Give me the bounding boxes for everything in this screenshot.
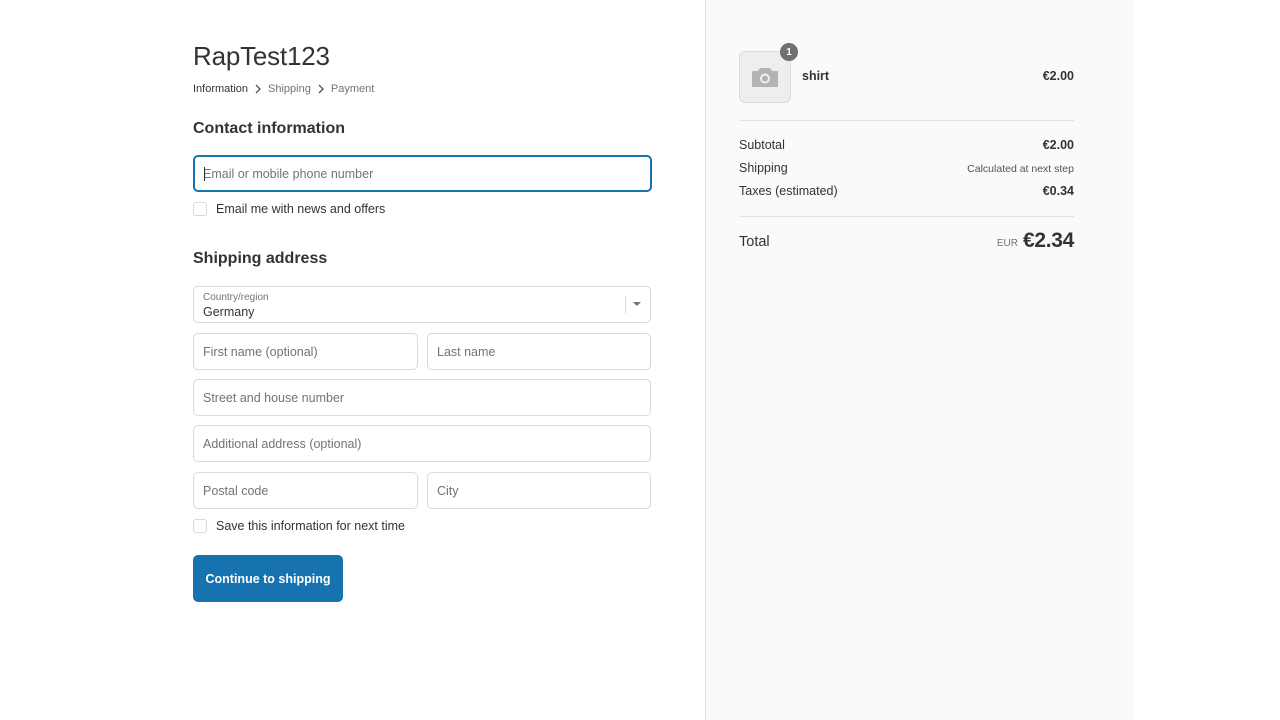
shop-name[interactable]: RapTest123 — [193, 41, 330, 72]
save-info-checkbox[interactable] — [193, 519, 207, 533]
total-currency: EUR — [996, 238, 1018, 249]
postal-code-field[interactable] — [194, 473, 417, 508]
chevron-right-icon — [248, 84, 268, 94]
select-divider — [625, 296, 626, 313]
shipping-value: Calculated at next step — [967, 163, 1074, 175]
last-name-field[interactable] — [428, 334, 650, 369]
total-label: Total — [739, 234, 770, 250]
last-name-wrapper — [427, 333, 651, 370]
taxes-value: €0.34 — [1042, 184, 1074, 198]
text-caret — [204, 167, 205, 181]
product-name: shirt — [802, 69, 830, 83]
email-field-wrapper — [193, 155, 652, 192]
camera-icon — [752, 68, 778, 87]
street-field[interactable] — [194, 380, 650, 415]
product-price: €2.00 — [1042, 69, 1074, 83]
newsletter-label: Email me with news and offers — [216, 202, 386, 216]
taxes-label: Taxes (estimated) — [739, 184, 838, 198]
chevron-right-icon — [311, 84, 331, 94]
continue-to-shipping-button[interactable]: Continue to shipping — [193, 555, 343, 602]
additional-address-wrapper — [193, 425, 651, 462]
breadcrumb: Information Shipping Payment — [193, 83, 374, 95]
main-panel: RapTest123 Information Shipping Payment … — [0, 0, 705, 720]
country-value: Germany — [203, 305, 255, 319]
first-name-field[interactable] — [194, 334, 417, 369]
first-name-wrapper — [193, 333, 418, 370]
subtotal-value: €2.00 — [1042, 138, 1074, 152]
quantity-badge: 1 — [780, 43, 798, 61]
postal-code-wrapper — [193, 472, 418, 509]
total-value: €2.34 — [1022, 229, 1074, 252]
newsletter-option[interactable]: Email me with news and offers — [193, 202, 385, 216]
subtotal-label: Subtotal — [739, 138, 785, 152]
breadcrumb-shipping: Shipping — [268, 83, 311, 95]
street-wrapper — [193, 379, 651, 416]
chevron-down-icon — [633, 302, 641, 306]
email-field[interactable] — [195, 157, 650, 190]
country-select[interactable]: Country/region Germany — [193, 286, 651, 323]
save-info-option[interactable]: Save this information for next time — [193, 519, 405, 533]
order-summary-panel — [705, 0, 1134, 720]
breadcrumb-information[interactable]: Information — [193, 83, 248, 95]
city-wrapper — [427, 472, 651, 509]
summary-divider — [739, 120, 1074, 121]
city-field[interactable] — [428, 473, 650, 508]
newsletter-checkbox[interactable] — [193, 202, 207, 216]
summary-divider — [739, 216, 1074, 217]
save-info-label: Save this information for next time — [216, 519, 405, 533]
country-label: Country/region — [203, 292, 269, 303]
contact-section-title: Contact information — [193, 120, 345, 137]
shipping-section-title: Shipping address — [193, 250, 328, 267]
breadcrumb-payment: Payment — [330, 83, 375, 95]
additional-address-field[interactable] — [194, 426, 650, 461]
shipping-label: Shipping — [739, 161, 788, 175]
